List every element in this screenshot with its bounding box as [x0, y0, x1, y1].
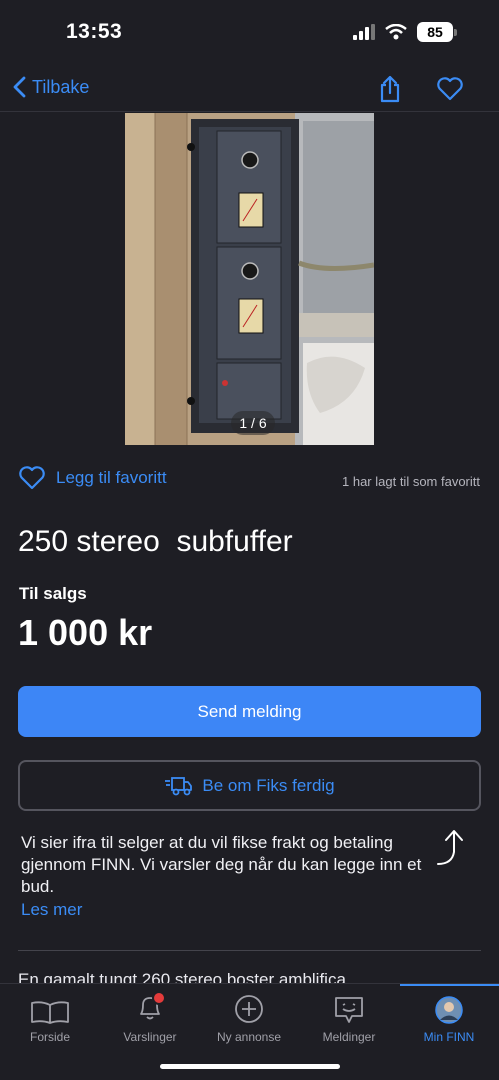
ad-title: 250 stereo subfuffer	[18, 525, 293, 558]
fiks-ferdig-label: Be om Fiks ferdig	[202, 775, 335, 795]
fiks-ferdig-button[interactable]: Be om Fiks ferdig	[18, 760, 481, 811]
share-button[interactable]	[375, 74, 405, 104]
sale-type: Til salgs	[19, 584, 87, 603]
heart-icon	[437, 77, 463, 101]
notification-badge	[152, 991, 166, 1005]
tab-label: Min FINN	[423, 1030, 475, 1044]
favorite-row: Legg til favoritt 1 har lagt til som fav…	[18, 466, 480, 496]
add-favorite-link[interactable]: Legg til favoritt	[18, 466, 167, 490]
tab-min-finn[interactable]: Min FINN	[399, 984, 499, 1044]
nav-bar: Tilbake	[0, 64, 499, 112]
status-bar: 13:53 85	[0, 0, 499, 64]
home-indicator[interactable]	[160, 1064, 340, 1069]
curved-arrow-icon	[437, 830, 463, 865]
favorite-count: 1 har lagt til som favoritt	[342, 474, 480, 489]
tab-meldinger[interactable]: Meldinger	[299, 984, 399, 1044]
tab-ny-annonse[interactable]: Ny annonse	[199, 984, 299, 1044]
tab-forside[interactable]: Forside	[0, 984, 100, 1044]
image-counter: 1 / 6	[231, 411, 275, 435]
add-favorite-label: Legg til favoritt	[56, 468, 167, 487]
tab-label: Forside	[29, 1030, 70, 1044]
battery-level: 85	[417, 22, 453, 42]
status-icons: 85	[353, 22, 457, 42]
read-more-link[interactable]: Les mer	[21, 900, 82, 920]
status-time: 13:53	[66, 20, 123, 43]
signal-icon	[353, 24, 375, 40]
battery-tip	[454, 28, 457, 36]
price: 1 000 kr	[18, 612, 153, 653]
listing-photo	[125, 113, 374, 445]
tab-label: Ny annonse	[216, 1030, 282, 1044]
wifi-icon	[385, 24, 407, 40]
heart-icon	[19, 466, 45, 490]
favorite-button[interactable]	[435, 74, 465, 104]
image-gallery[interactable]: 1 / 6	[125, 113, 374, 445]
chevron-left-icon	[13, 76, 26, 98]
divider	[18, 950, 481, 951]
back-label: Tilbake	[32, 76, 90, 97]
tab-varslinger[interactable]: Varslinger	[100, 984, 200, 1044]
fiks-ferdig-info: Vi sier ifra til selger at du vil fikse …	[21, 833, 422, 896]
chat-icon	[335, 997, 363, 1023]
tab-label: Meldinger	[322, 1030, 376, 1044]
send-message-button[interactable]: Send melding	[18, 686, 481, 737]
book-icon	[31, 1001, 69, 1024]
back-button[interactable]: Tilbake	[12, 76, 89, 98]
avatar	[435, 996, 463, 1024]
delivery-truck-icon	[165, 776, 193, 795]
tab-label: Varslinger	[123, 1030, 177, 1044]
plus-circle-icon	[235, 995, 263, 1023]
share-icon	[380, 75, 400, 103]
